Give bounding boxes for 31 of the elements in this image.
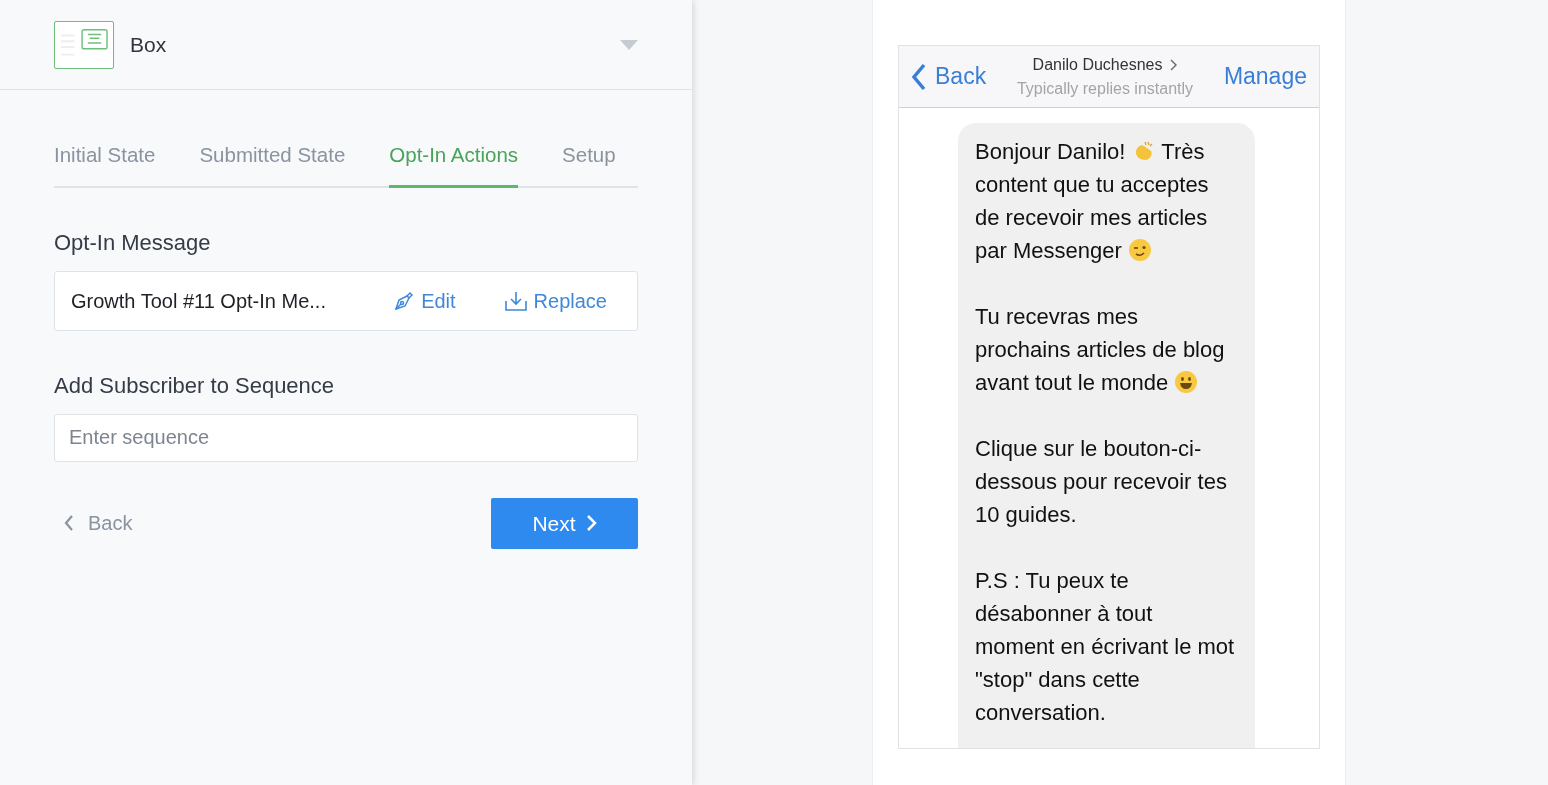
message-text: Tu recevras mes prochains articles de blog avant tout le monde: [975, 303, 1226, 397]
winking-face-icon: [1127, 238, 1152, 262]
section-heading: Opt-In Message: [54, 228, 212, 257]
edit-link[interactable]: Edit: [393, 285, 456, 316]
widget-title: Box: [130, 31, 167, 58]
tab[interactable]: Setup: [562, 140, 616, 188]
message-text: P.S : Tu peux te désabonner à tout moment en écrivant le mot "stop" dans cette conversation.: [975, 567, 1236, 727]
back-button[interactable]: Back: [54, 508, 143, 539]
chevron-left-icon: [911, 61, 927, 92]
manage-link[interactable]: Manage: [1223, 59, 1307, 94]
reply-status: Typically replies instantly: [1015, 78, 1195, 99]
replace-link[interactable]: Replace: [503, 285, 607, 316]
chevron-right-icon: [585, 514, 597, 533]
next-button[interactable]: Next: [491, 497, 638, 549]
download-icon: [503, 289, 528, 312]
chevron-right-icon: [1170, 58, 1178, 71]
pen-icon: [393, 289, 416, 312]
message-text: Clique sur le bouton-ci-dessous pour recevoir tes 10 guides.: [975, 435, 1228, 529]
box-widget-icon: [54, 20, 114, 69]
contact-name[interactable]: Danilo Duchesnes: [1032, 52, 1178, 77]
tab[interactable]: Initial State: [54, 140, 156, 188]
section-heading: Add Subscriber to Sequence: [54, 371, 336, 400]
grinning-face-icon: [1174, 370, 1199, 394]
dropdown-caret-icon[interactable]: [620, 39, 638, 50]
message-name: Growth Tool #11 Opt-In Me...: [71, 288, 326, 314]
tab[interactable]: Submitted State: [199, 140, 346, 188]
tab[interactable]: Opt-In Actions: [389, 140, 519, 188]
message-text: Bonjour Danilo! Très content que tu acceptes de recevoir mes articles par Messenger: [975, 138, 1210, 265]
back-link[interactable]: Back: [911, 59, 987, 94]
chevron-left-icon: [64, 514, 74, 533]
sequence-input[interactable]: Enter sequence: [54, 413, 638, 462]
